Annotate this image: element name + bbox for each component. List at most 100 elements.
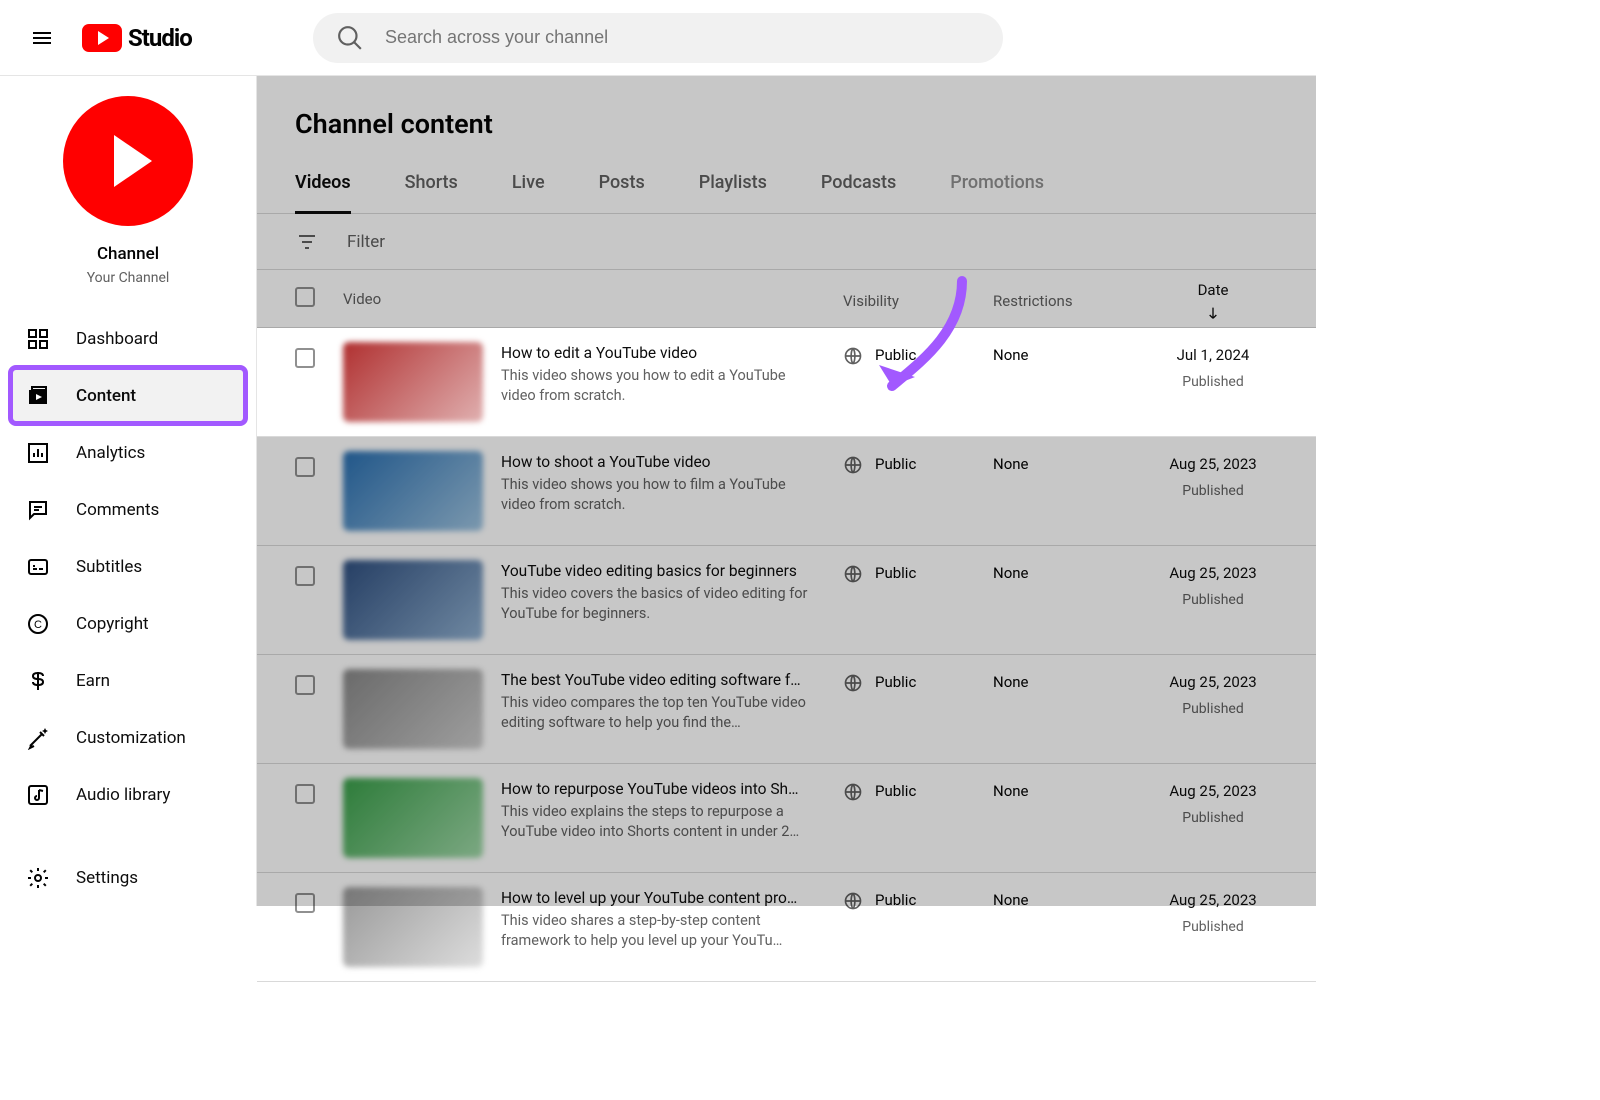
date-status: Published (1182, 483, 1243, 499)
gear-icon (26, 866, 50, 890)
col-header-restrictions[interactable]: Restrictions (993, 288, 1148, 310)
studio-logo[interactable]: Studio (82, 24, 192, 52)
search-icon (337, 25, 363, 51)
col-header-date[interactable]: Date (1148, 277, 1278, 321)
row-checkbox[interactable] (295, 566, 315, 586)
table-row[interactable]: How to repurpose YouTube videos into Sh…… (257, 764, 1316, 873)
tab-videos[interactable]: Videos (295, 172, 351, 214)
sidebar-item-dashboard[interactable]: Dashboard (0, 310, 256, 367)
customization-icon (26, 726, 50, 750)
visibility-value: Public (875, 673, 916, 691)
date-status: Published (1182, 919, 1243, 935)
search-input[interactable] (385, 27, 979, 48)
video-thumbnail[interactable] (343, 451, 483, 531)
video-title: How to level up your YouTube content pro… (501, 889, 811, 907)
table-row[interactable]: The best YouTube video editing software … (257, 655, 1316, 764)
sidebar-item-label: Content (76, 386, 136, 406)
sidebar-item-customization[interactable]: Customization (0, 709, 256, 766)
visibility-value: Public (875, 782, 916, 800)
dashboard-icon (26, 327, 50, 351)
video-thumbnail[interactable] (343, 342, 483, 422)
channel-block[interactable]: Channel Your Channel (0, 96, 256, 310)
col-header-visibility[interactable]: Visibility (843, 288, 993, 310)
video-thumbnail[interactable] (343, 669, 483, 749)
tab-shorts[interactable]: Shorts (405, 172, 458, 213)
youtube-play-icon (82, 24, 122, 52)
date-value: Aug 25, 2023 (1169, 891, 1256, 909)
row-checkbox[interactable] (295, 893, 315, 913)
table-header: Video Visibility Restrictions Date (257, 270, 1316, 328)
date-value: Aug 25, 2023 (1169, 782, 1256, 800)
sidebar-item-label: Audio library (76, 785, 170, 805)
hamburger-icon (30, 26, 54, 50)
comments-icon (26, 498, 50, 522)
tab-playlists[interactable]: Playlists (699, 172, 767, 213)
globe-icon (843, 891, 863, 911)
sidebar-item-label: Earn (76, 671, 110, 691)
row-checkbox[interactable] (295, 784, 315, 804)
globe-icon (843, 782, 863, 802)
sidebar-item-copyright[interactable]: C Copyright (0, 595, 256, 652)
date-status: Published (1182, 374, 1243, 390)
subtitles-icon (26, 555, 50, 579)
tab-podcasts[interactable]: Podcasts (821, 172, 896, 213)
globe-icon (843, 673, 863, 693)
audio-library-icon (26, 783, 50, 807)
search-box[interactable] (313, 13, 1003, 63)
sidebar-item-settings[interactable]: Settings (0, 849, 256, 906)
table-row[interactable]: How to shoot a YouTube video This video … (257, 437, 1316, 546)
col-header-video[interactable]: Video (343, 290, 843, 308)
sidebar-item-label: Copyright (76, 614, 149, 634)
sidebar-item-audio-library[interactable]: Audio library (0, 766, 256, 823)
sidebar-item-label: Subtitles (76, 557, 142, 577)
date-status: Published (1182, 810, 1243, 826)
table-row[interactable]: YouTube video editing basics for beginne… (257, 546, 1316, 655)
visibility-value: Public (875, 564, 916, 582)
video-description: This video compares the top ten YouTube … (501, 693, 811, 734)
page-title: Channel content (257, 76, 1316, 140)
main-content: Channel content Videos Shorts Live Posts… (257, 76, 1316, 906)
tab-live[interactable]: Live (512, 172, 545, 213)
video-description: This video shows you how to edit a YouTu… (501, 366, 811, 407)
sidebar-item-label: Analytics (76, 443, 145, 463)
globe-icon (843, 346, 863, 366)
copyright-icon: C (26, 612, 50, 636)
row-checkbox[interactable] (295, 675, 315, 695)
filter-bar[interactable]: Filter (257, 214, 1316, 270)
channel-sub-label: Your Channel (87, 270, 170, 286)
logo-text: Studio (128, 24, 192, 52)
date-value: Aug 25, 2023 (1169, 564, 1256, 582)
visibility-value: Public (875, 455, 916, 473)
sidebar-item-subtitles[interactable]: Subtitles (0, 538, 256, 595)
sidebar-item-earn[interactable]: Earn (0, 652, 256, 709)
row-checkbox[interactable] (295, 348, 315, 368)
restrictions-value: None (993, 887, 1148, 909)
tab-posts[interactable]: Posts (599, 172, 645, 213)
globe-icon (843, 564, 863, 584)
table-row[interactable]: How to edit a YouTube video This video s… (257, 328, 1316, 437)
date-status: Published (1182, 701, 1243, 717)
sort-down-icon (1205, 305, 1221, 321)
video-thumbnail[interactable] (343, 778, 483, 858)
video-thumbnail[interactable] (343, 560, 483, 640)
video-title: How to repurpose YouTube videos into Sh… (501, 780, 811, 798)
sidebar-item-label: Customization (76, 728, 186, 748)
filter-placeholder: Filter (347, 232, 385, 252)
table-row[interactable]: How to level up your YouTube content pro… (257, 873, 1316, 982)
video-description: This video covers the basics of video ed… (501, 584, 811, 625)
sidebar-item-analytics[interactable]: Analytics (0, 424, 256, 481)
video-thumbnail[interactable] (343, 887, 483, 967)
sidebar-item-comments[interactable]: Comments (0, 481, 256, 538)
sidebar-item-label: Comments (76, 500, 159, 520)
select-all-checkbox[interactable] (295, 287, 315, 307)
row-checkbox[interactable] (295, 457, 315, 477)
sidebar-item-content[interactable]: Content (10, 367, 246, 424)
content-tabs: Videos Shorts Live Posts Playlists Podca… (257, 140, 1316, 214)
tab-promotions[interactable]: Promotions (950, 172, 1044, 213)
channel-label: Channel (97, 244, 159, 264)
menu-button[interactable] (20, 16, 64, 60)
restrictions-value: None (993, 342, 1148, 364)
date-status: Published (1182, 592, 1243, 608)
sidebar: Channel Your Channel Dashboard Content A… (0, 76, 257, 906)
globe-icon (843, 455, 863, 475)
